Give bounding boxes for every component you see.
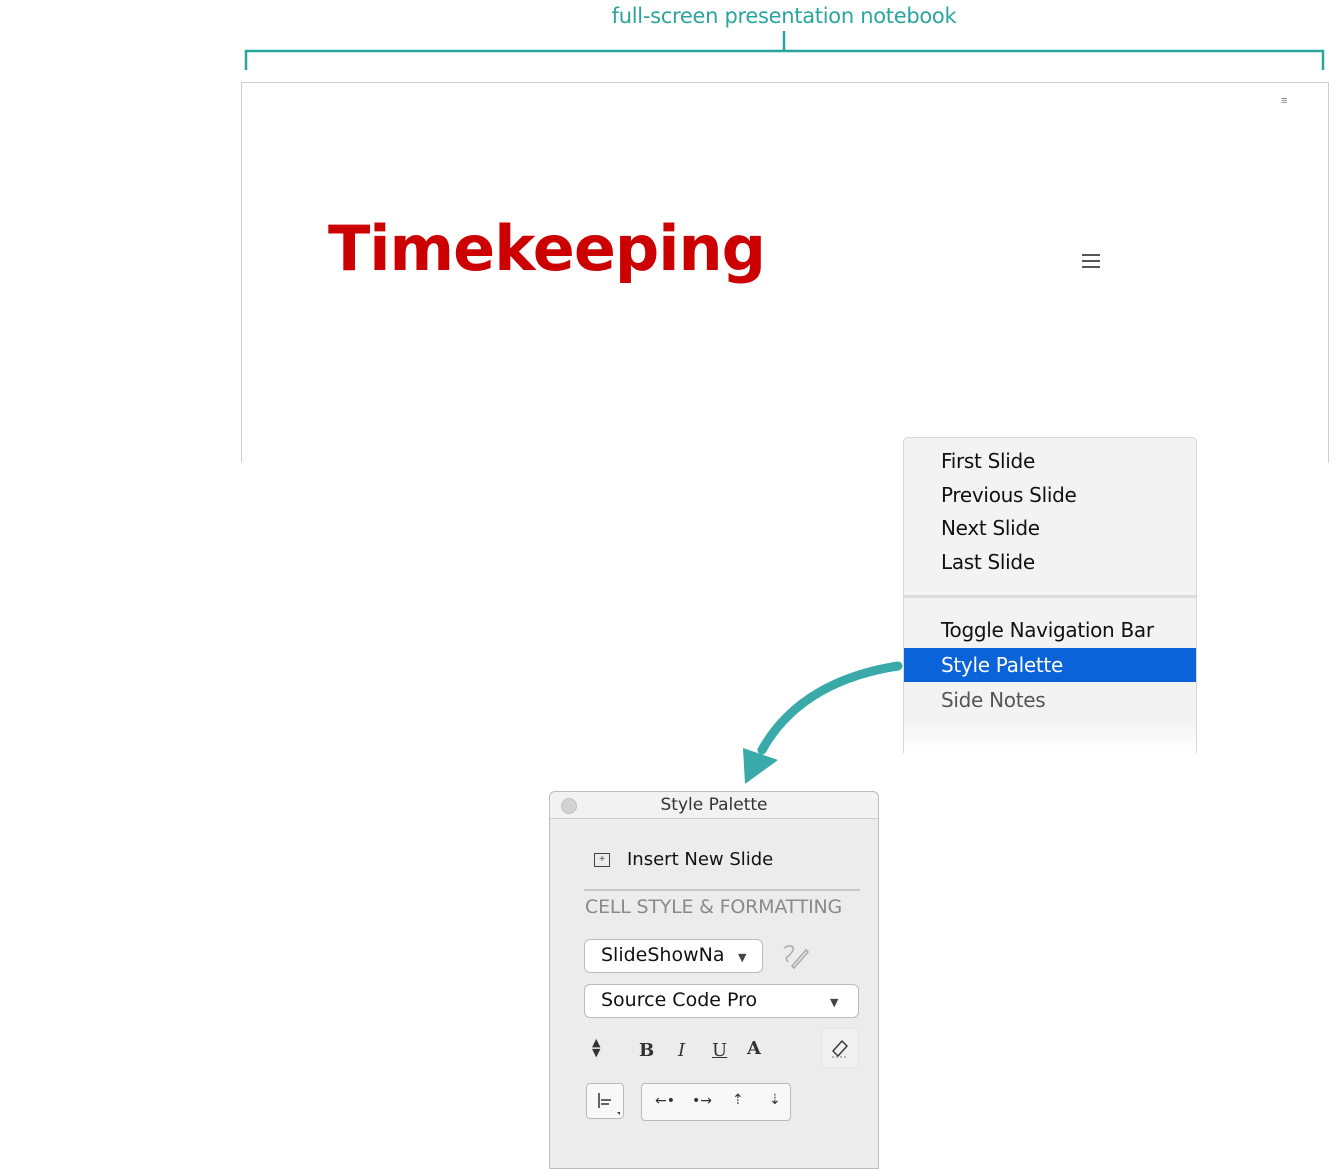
style-palette-window: Style Palette + Insert New Slide CELL ST… <box>549 791 879 1169</box>
context-menu: First Slide Previous Slide Next Slide La… <box>903 437 1197 753</box>
menu-item-previous-slide[interactable]: Previous Slide <box>904 478 1196 512</box>
menu-icon[interactable]: ≡ <box>1281 96 1287 107</box>
arrow-right-icon[interactable]: •→ <box>692 1093 712 1109</box>
italic-button[interactable]: I <box>678 1040 685 1061</box>
menu-item-toggle-navigation-bar[interactable]: Toggle Navigation Bar <box>904 613 1196 647</box>
menu-item-last-slide[interactable]: Last Slide <box>904 545 1196 579</box>
size-stepper-icon[interactable]: ▲ ▼ <box>592 1037 600 1058</box>
spacing-button-group: ←• •→ ⇡ ⇣ <box>641 1083 791 1121</box>
menu-fade <box>904 718 1196 753</box>
palette-title-bar[interactable]: Style Palette <box>550 792 878 819</box>
menu-icon[interactable] <box>1082 254 1100 268</box>
underline-button[interactable]: U <box>712 1040 727 1061</box>
section-heading: CELL STYLE & FORMATTING <box>585 896 843 918</box>
clear-formatting-button[interactable] <box>821 1028 859 1068</box>
menu-separator <box>904 595 1196 598</box>
arrow-up-icon[interactable]: ⇡ <box>732 1092 744 1108</box>
menu-item-style-palette[interactable]: Style Palette <box>904 648 1196 682</box>
arrow-to-palette <box>757 661 903 755</box>
menu-item-next-slide[interactable]: Next Slide <box>904 511 1196 545</box>
chevron-down-icon: ▼ <box>738 951 747 964</box>
style-select[interactable]: SlideShowNa ▼ <box>584 939 763 973</box>
annotation-bracket <box>244 49 1325 70</box>
font-color-button[interactable]: A <box>747 1038 761 1059</box>
palette-title: Style Palette <box>660 795 768 815</box>
insert-new-slide-button[interactable]: Insert New Slide <box>627 849 773 870</box>
palette-divider <box>584 889 860 891</box>
style-select-value: SlideShowNa <box>601 944 725 966</box>
slide-title: Timekeeping <box>328 212 766 285</box>
chevron-down-icon: ▼ <box>830 996 839 1009</box>
style-edit-icon[interactable] <box>780 942 810 972</box>
font-select-value: Source Code Pro <box>601 989 758 1011</box>
font-select[interactable]: Source Code Pro ▼ <box>584 984 859 1018</box>
bold-button[interactable]: B <box>639 1040 654 1061</box>
arrow-left-icon[interactable]: ←• <box>655 1093 675 1109</box>
menu-item-first-slide[interactable]: First Slide <box>904 444 1196 478</box>
insert-slide-icon[interactable]: + <box>594 853 610 867</box>
eraser-icon <box>832 1039 848 1058</box>
alignment-button[interactable] <box>586 1083 624 1119</box>
menu-item-side-notes[interactable]: Side Notes <box>904 683 1196 717</box>
align-icon <box>598 1093 620 1115</box>
arrow-down-icon[interactable]: ⇣ <box>769 1092 781 1108</box>
